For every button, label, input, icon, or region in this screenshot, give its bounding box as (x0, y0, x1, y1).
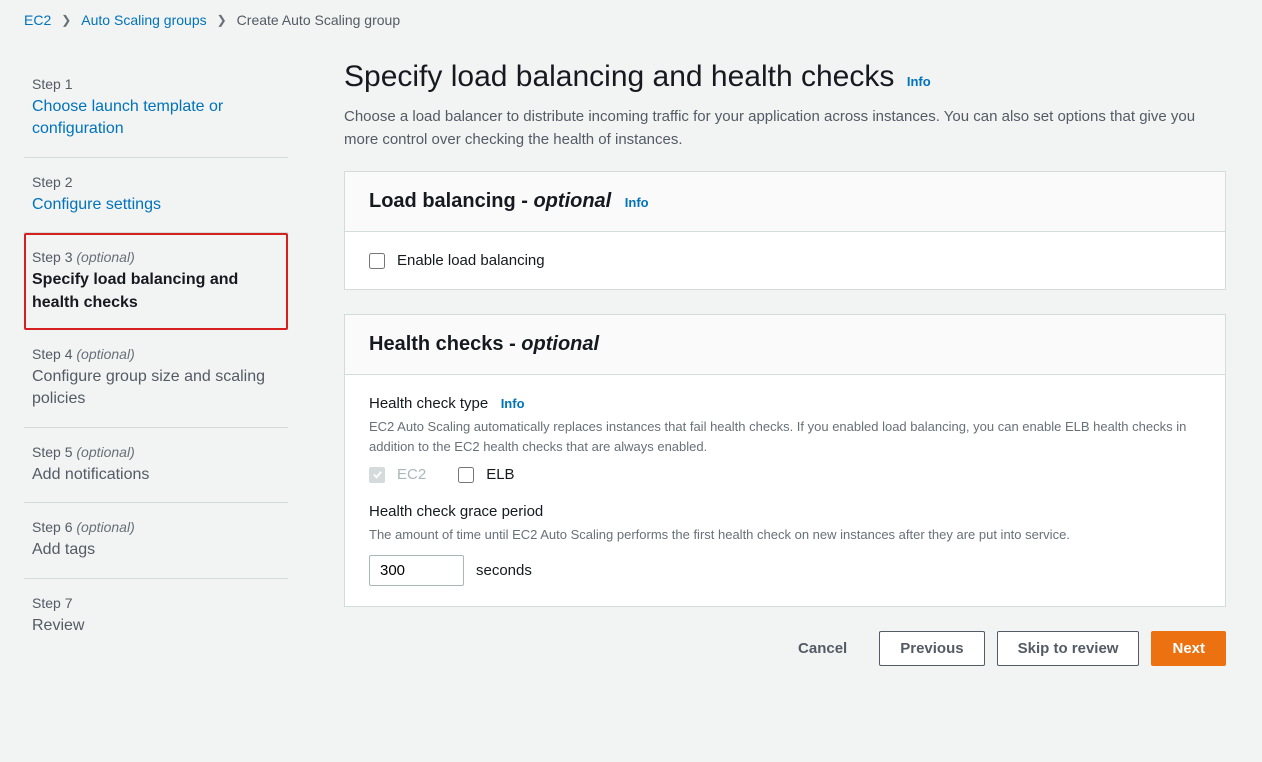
field-label: Health check grace period (369, 503, 543, 520)
wizard-step-3[interactable]: Step 3 (optional) Specify load balancing… (24, 233, 288, 330)
panel-title: Load balancing - optional (369, 190, 617, 212)
wizard-step-6[interactable]: Step 6 (optional) Add tags (24, 503, 288, 578)
grace-period-input[interactable] (369, 555, 464, 586)
chevron-right-icon: ❯ (61, 13, 71, 27)
panel-body: Enable load balancing (345, 232, 1225, 289)
field-unit: seconds (476, 562, 532, 579)
info-link[interactable]: Info (501, 396, 525, 411)
info-link[interactable]: Info (907, 74, 931, 89)
panel-header: Health checks - optional (345, 315, 1225, 375)
panel-header: Load balancing - optional Info (345, 172, 1225, 232)
breadcrumb-link-asg[interactable]: Auto Scaling groups (81, 12, 206, 28)
step-title: Review (32, 615, 280, 637)
checkbox-label: Enable load balancing (397, 252, 545, 269)
step-label: Step 3 (optional) (32, 249, 280, 265)
step-label: Step 5 (optional) (32, 444, 280, 460)
step-label: Step 6 (optional) (32, 519, 280, 535)
health-check-type-field: Health check type Info EC2 Auto Scaling … (369, 395, 1201, 483)
info-link[interactable]: Info (625, 195, 649, 210)
step-title: Add tags (32, 539, 280, 561)
breadcrumb-current: Create Auto Scaling group (237, 12, 400, 28)
wizard-step-4[interactable]: Step 4 (optional) Configure group size a… (24, 330, 288, 428)
page-description: Choose a load balancer to distribute inc… (344, 106, 1226, 151)
wizard-step-7[interactable]: Step 7 Review (24, 579, 288, 653)
wizard-sidebar: Step 1 Choose launch template or configu… (16, 36, 296, 690)
chevron-right-icon: ❯ (217, 13, 227, 27)
step-title: Configure group size and scaling policie… (32, 366, 280, 411)
wizard-footer: Cancel Previous Skip to review Next (344, 631, 1226, 666)
main-content: Specify load balancing and health checks… (296, 36, 1226, 690)
step-label: Step 2 (32, 174, 280, 190)
ec2-checkbox-disabled (369, 467, 385, 483)
step-label: Step 4 (optional) (32, 346, 280, 362)
step-title: Configure settings (32, 194, 280, 216)
page-title: Specify load balancing and health checks (344, 60, 894, 93)
previous-button[interactable]: Previous (879, 631, 984, 666)
wizard-step-2[interactable]: Step 2 Configure settings (24, 158, 288, 233)
load-balancing-panel: Load balancing - optional Info Enable lo… (344, 171, 1226, 290)
next-button[interactable]: Next (1151, 631, 1226, 666)
enable-load-balancing-checkbox[interactable] (369, 253, 385, 269)
field-description: EC2 Auto Scaling automatically replaces … (369, 417, 1201, 456)
breadcrumb: EC2 ❯ Auto Scaling groups ❯ Create Auto … (0, 0, 1262, 36)
health-checks-panel: Health checks - optional Health check ty… (344, 314, 1226, 607)
step-title: Add notifications (32, 464, 280, 486)
step-title: Specify load balancing and health checks (32, 269, 280, 314)
checkbox-label: ELB (486, 466, 514, 483)
field-description: The amount of time until EC2 Auto Scalin… (369, 525, 1201, 545)
grace-period-field: Health check grace period The amount of … (369, 503, 1201, 586)
breadcrumb-link-ec2[interactable]: EC2 (24, 12, 51, 28)
step-label: Step 1 (32, 76, 280, 92)
cancel-button[interactable]: Cancel (778, 631, 867, 666)
wizard-step-1[interactable]: Step 1 Choose launch template or configu… (24, 60, 288, 158)
elb-checkbox[interactable] (458, 467, 474, 483)
field-label: Health check type (369, 395, 488, 412)
skip-to-review-button[interactable]: Skip to review (997, 631, 1140, 666)
panel-title: Health checks - optional (369, 333, 599, 355)
check-icon (372, 469, 383, 480)
page-header: Specify load balancing and health checks… (344, 60, 1226, 151)
checkbox-label: EC2 (397, 466, 426, 483)
step-title: Choose launch template or configuration (32, 96, 280, 141)
step-label: Step 7 (32, 595, 280, 611)
panel-body: Health check type Info EC2 Auto Scaling … (345, 375, 1225, 606)
wizard-step-5[interactable]: Step 5 (optional) Add notifications (24, 428, 288, 503)
